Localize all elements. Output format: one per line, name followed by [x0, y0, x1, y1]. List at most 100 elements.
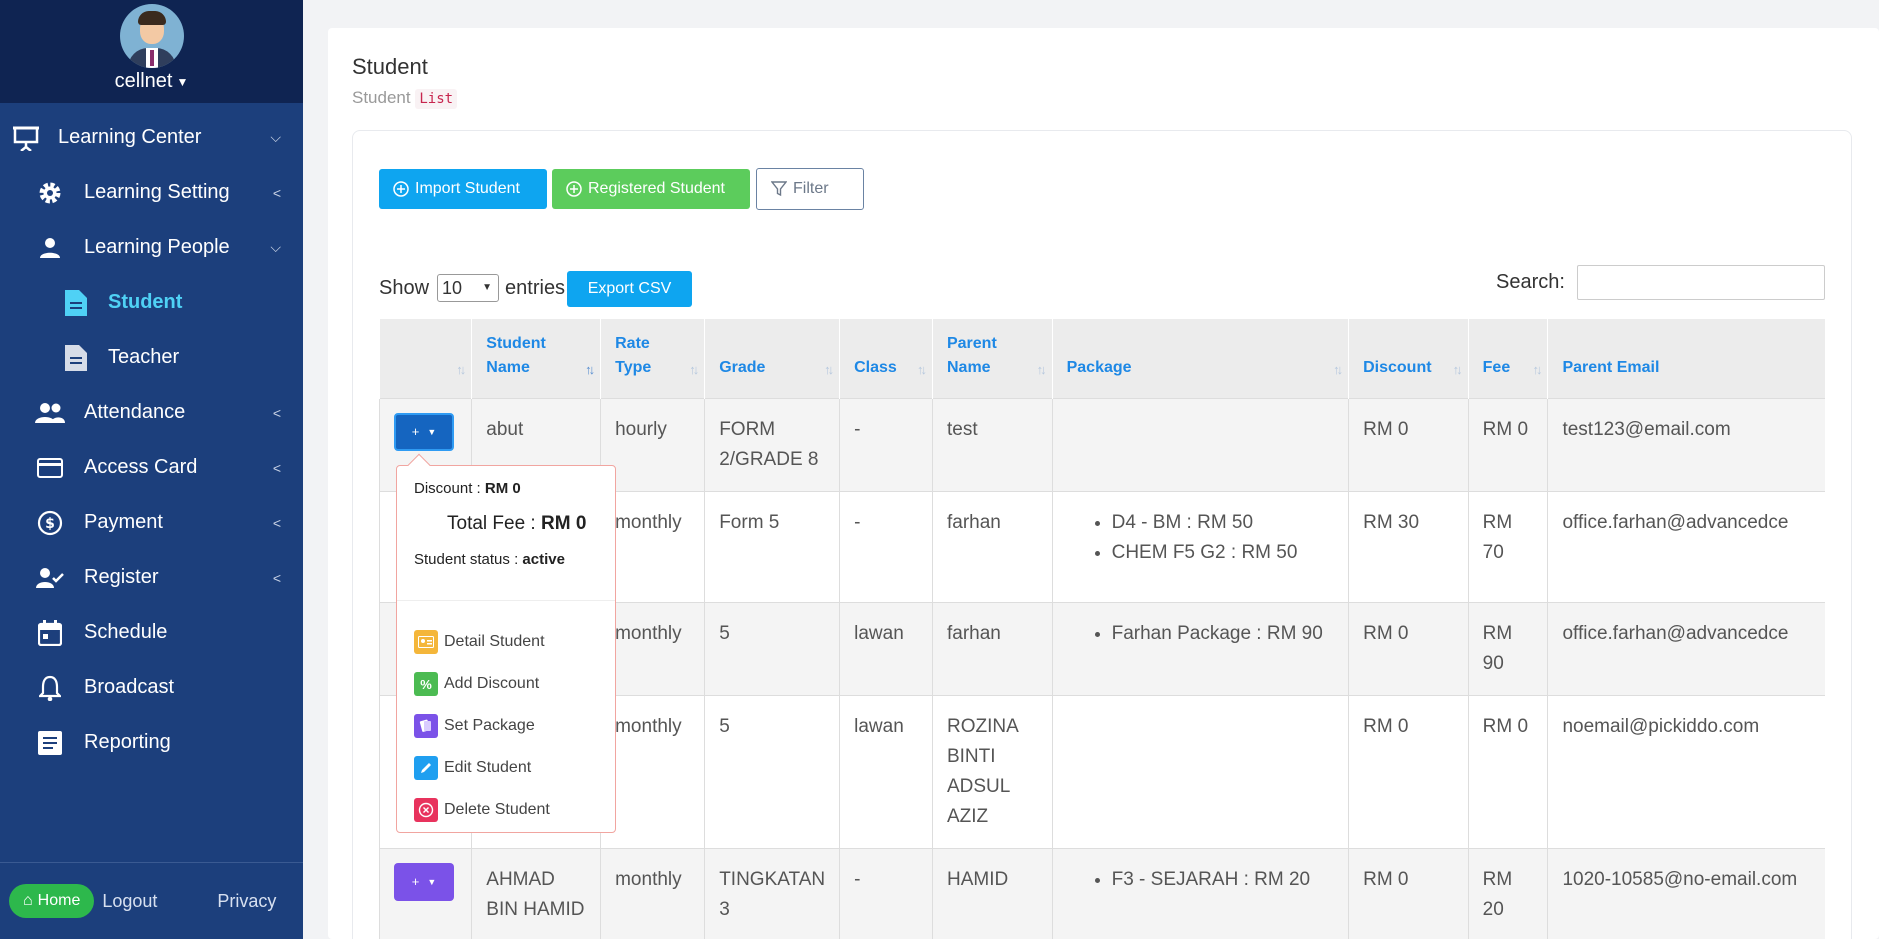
- sidebar-item-broadcast[interactable]: Broadcast: [0, 660, 303, 715]
- discount-cell: RM 30: [1348, 490, 1469, 602]
- column-header-class[interactable]: Class ↑↓: [839, 319, 933, 398]
- column-header-package[interactable]: Package ↑↓: [1051, 319, 1349, 398]
- sidebar-item-schedule[interactable]: Schedule: [0, 605, 303, 660]
- sidebar-item-label: Student: [108, 291, 183, 313]
- subtitle-text: Student: [352, 88, 411, 107]
- column-header-action[interactable]: ↑↓: [378, 319, 472, 398]
- popover-total-fee: Total Fee : RM 0: [447, 513, 586, 535]
- sort-icon: ↑↓: [689, 361, 699, 377]
- sidebar-item-attendance[interactable]: Attendance <: [0, 385, 303, 440]
- sidebar-item-reporting[interactable]: Reporting: [0, 715, 303, 770]
- delete-student-menu-item[interactable]: Delete Student: [414, 798, 550, 822]
- column-header-grade[interactable]: Grade ↑↓: [704, 319, 840, 398]
- table-row: + ▼ AHMAD BIN HAMID monthly TINGKATAN 3 -…: [378, 847, 1825, 939]
- grade-cell: 5: [704, 694, 840, 848]
- sidebar-item-learning-center[interactable]: Learning Center ⌵: [0, 110, 303, 165]
- class-cell: lawan: [839, 601, 933, 695]
- popover-discount: Discount : RM 0: [414, 480, 521, 497]
- status-label: Student status :: [414, 551, 519, 568]
- sidebar-item-learning-setting[interactable]: Learning Setting <: [0, 165, 303, 220]
- column-header-student-name[interactable]: Student Name ↑↓: [471, 319, 601, 398]
- svg-text:$: $: [45, 516, 55, 532]
- sidebar-item-payment[interactable]: $ Payment <: [0, 495, 303, 550]
- discount-cell: RM 0: [1348, 694, 1469, 848]
- add-discount-menu-item[interactable]: % Add Discount: [414, 672, 539, 696]
- import-student-button[interactable]: Import Student: [379, 169, 547, 209]
- search-input[interactable]: [1577, 265, 1825, 300]
- pencil-icon: [414, 756, 438, 780]
- registered-label: Registered Student: [588, 180, 725, 197]
- package-list: Farhan Package : RM 90: [1067, 619, 1335, 649]
- grade-cell: TINGKATAN 3: [704, 847, 840, 939]
- privacy-link[interactable]: Privacy: [217, 891, 276, 912]
- dollar-circle-icon: $: [34, 507, 66, 539]
- column-header-rate-type[interactable]: Rate Type ↑↓: [600, 319, 705, 398]
- sidebar-item-label: Learning Center: [58, 126, 202, 148]
- filter-button[interactable]: Filter: [756, 168, 864, 210]
- fee-cell: RM 70: [1467, 490, 1548, 602]
- chevron-down-icon: ⌵: [270, 129, 281, 145]
- edit-student-menu-item[interactable]: Edit Student: [414, 756, 531, 780]
- sidebar-item-learning-people[interactable]: Learning People ⌵: [0, 220, 303, 275]
- parent-name-cell: ROZINA BINTI ADSUL AZIZ: [931, 694, 1053, 848]
- parent-email-cell: 1020-10585@no-email.com: [1547, 847, 1825, 939]
- header-label: Package: [1066, 358, 1132, 376]
- discount-cell: RM 0: [1348, 601, 1469, 695]
- entries-value: 10: [442, 277, 463, 298]
- discount-cell: RM 0: [1348, 847, 1469, 939]
- column-header-parent-name[interactable]: Parent Name ↑↓: [931, 319, 1053, 398]
- chevron-left-icon: <: [272, 459, 281, 476]
- chevron-down-icon: ⌵: [270, 239, 281, 255]
- total-value: RM 0: [541, 513, 587, 534]
- header-label: Class: [854, 358, 897, 376]
- registered-student-button[interactable]: Registered Student: [552, 169, 750, 209]
- import-label: Import Student: [415, 180, 520, 197]
- id-card-icon: [414, 630, 438, 654]
- close-circle-icon: [414, 798, 438, 822]
- sidebar-item-access-card[interactable]: Access Card <: [0, 440, 303, 495]
- show-label: Show: [379, 276, 430, 299]
- page-subtitle: Student List: [352, 88, 458, 109]
- action-label: +: [411, 873, 420, 889]
- row-action-popover: Discount : RM 0 Total Fee : RM 0 Student…: [396, 453, 616, 833]
- total-label: Total Fee :: [447, 513, 536, 534]
- home-button[interactable]: ⌂ Home: [9, 884, 95, 918]
- row-action-button[interactable]: + ▼: [394, 862, 454, 901]
- logout-link[interactable]: Logout: [102, 891, 157, 912]
- chevron-left-icon: <: [272, 514, 281, 531]
- header-label: Discount: [1363, 358, 1432, 376]
- action-label: +: [411, 423, 420, 439]
- column-header-fee[interactable]: Fee ↑↓: [1467, 319, 1548, 398]
- class-cell: -: [839, 847, 933, 939]
- header-label: Parent Email: [1562, 358, 1660, 376]
- parent-email-cell: office.farhan@advancedce: [1547, 601, 1825, 695]
- column-header-parent-email[interactable]: Parent Email: [1547, 319, 1825, 398]
- document-icon: [60, 342, 92, 374]
- set-package-menu-item[interactable]: Set Package: [414, 714, 535, 738]
- sidebar-item-register[interactable]: Register <: [0, 550, 303, 605]
- sidebar-item-label: Reporting: [84, 731, 171, 753]
- percent-icon: %: [414, 672, 438, 696]
- sidebar: cellnet ▼ Learning Center ⌵ Learning Sett…: [0, 0, 303, 939]
- caret-down-icon: ▼: [427, 876, 437, 887]
- fee-cell: RM 0: [1467, 694, 1548, 848]
- caret-down-icon: ▼: [176, 74, 189, 89]
- export-csv-button[interactable]: Export CSV: [567, 271, 692, 307]
- package-list: D4 - BM : RM 50CHEM F5 G2 : RM 50: [1067, 508, 1335, 568]
- menu-item-label: Add Discount: [444, 675, 540, 692]
- parent-name-cell: farhan: [931, 490, 1053, 602]
- menu-item-label: Edit Student: [444, 759, 532, 776]
- people-icon: [34, 397, 66, 429]
- username: cellnet: [114, 70, 173, 92]
- sidebar-item-teacher[interactable]: Teacher: [0, 330, 303, 385]
- column-header-discount[interactable]: Discount ↑↓: [1348, 319, 1469, 398]
- entries-select[interactable]: 10 ▼: [437, 274, 500, 302]
- person-icon: [34, 232, 66, 264]
- document-icon: [60, 287, 92, 319]
- filter-label: Filter: [793, 180, 829, 197]
- user-menu[interactable]: cellnet ▼: [0, 70, 303, 93]
- sidebar-item-student[interactable]: Student: [0, 275, 303, 330]
- row-action-button[interactable]: + ▼: [394, 412, 454, 451]
- detail-student-menu-item[interactable]: Detail Student: [414, 630, 545, 654]
- header-label: Student Name: [486, 334, 546, 376]
